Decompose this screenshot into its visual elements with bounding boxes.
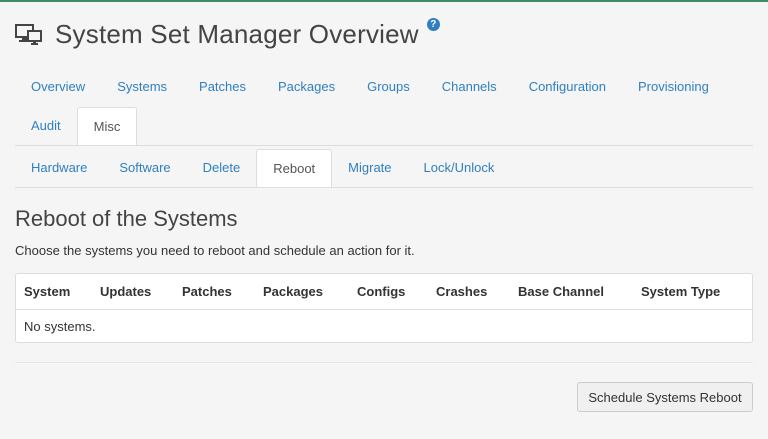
subtab-migrate[interactable]: Migrate: [332, 149, 407, 187]
tab-overview[interactable]: Overview: [15, 68, 101, 106]
column-header-configs[interactable]: Configs: [357, 274, 405, 309]
help-icon[interactable]: ?: [426, 17, 440, 31]
tab-groups[interactable]: Groups: [351, 68, 426, 106]
tab-misc[interactable]: Misc: [76, 107, 138, 145]
column-header-packages[interactable]: Packages: [263, 274, 323, 309]
sub-tabs: Hardware Software Delete Reboot Migrate …: [15, 149, 510, 187]
tab-patches[interactable]: Patches: [183, 68, 262, 106]
subtab-lock-unlock[interactable]: Lock/Unlock: [408, 149, 511, 187]
subtab-reboot[interactable]: Reboot: [256, 149, 333, 187]
sub-tabs-divider: [15, 187, 753, 188]
monitor-icon: [15, 22, 43, 46]
tab-packages[interactable]: Packages: [262, 68, 351, 106]
tab-audit[interactable]: Audit: [15, 107, 77, 145]
column-header-system-type[interactable]: System Type: [641, 274, 720, 309]
top-accent-line: [0, 0, 768, 2]
subtab-delete[interactable]: Delete: [187, 149, 257, 187]
subtab-software[interactable]: Software: [103, 149, 186, 187]
column-header-system[interactable]: System: [24, 274, 70, 309]
column-header-patches[interactable]: Patches: [182, 274, 232, 309]
table-empty-message: No systems.: [24, 319, 96, 334]
main-tabs-row-1: Overview Systems Patches Packages Groups…: [15, 68, 725, 106]
page-title: System Set Manager Overview: [55, 18, 419, 49]
subtab-hardware[interactable]: Hardware: [15, 149, 103, 187]
table-header: System Updates Patches Packages Configs …: [16, 274, 752, 310]
schedule-systems-reboot-button[interactable]: Schedule Systems Reboot: [577, 382, 753, 412]
column-header-updates[interactable]: Updates: [100, 274, 151, 309]
column-header-crashes[interactable]: Crashes: [436, 274, 487, 309]
systems-table: System Updates Patches Packages Configs …: [15, 273, 753, 343]
page-header: System Set Manager Overview ?: [15, 14, 440, 54]
main-tabs-divider: [15, 145, 753, 146]
main-tabs-row-2: Audit Misc: [15, 107, 138, 145]
tab-channels[interactable]: Channels: [426, 68, 513, 106]
tab-provisioning[interactable]: Provisioning: [622, 68, 725, 106]
column-header-base-channel[interactable]: Base Channel: [518, 274, 604, 309]
section-title: Reboot of the Systems: [15, 206, 238, 231]
actions-divider: [15, 362, 753, 363]
tab-systems[interactable]: Systems: [101, 68, 183, 106]
tab-configuration[interactable]: Configuration: [513, 68, 622, 106]
section-description: Choose the systems you need to reboot an…: [15, 243, 415, 258]
